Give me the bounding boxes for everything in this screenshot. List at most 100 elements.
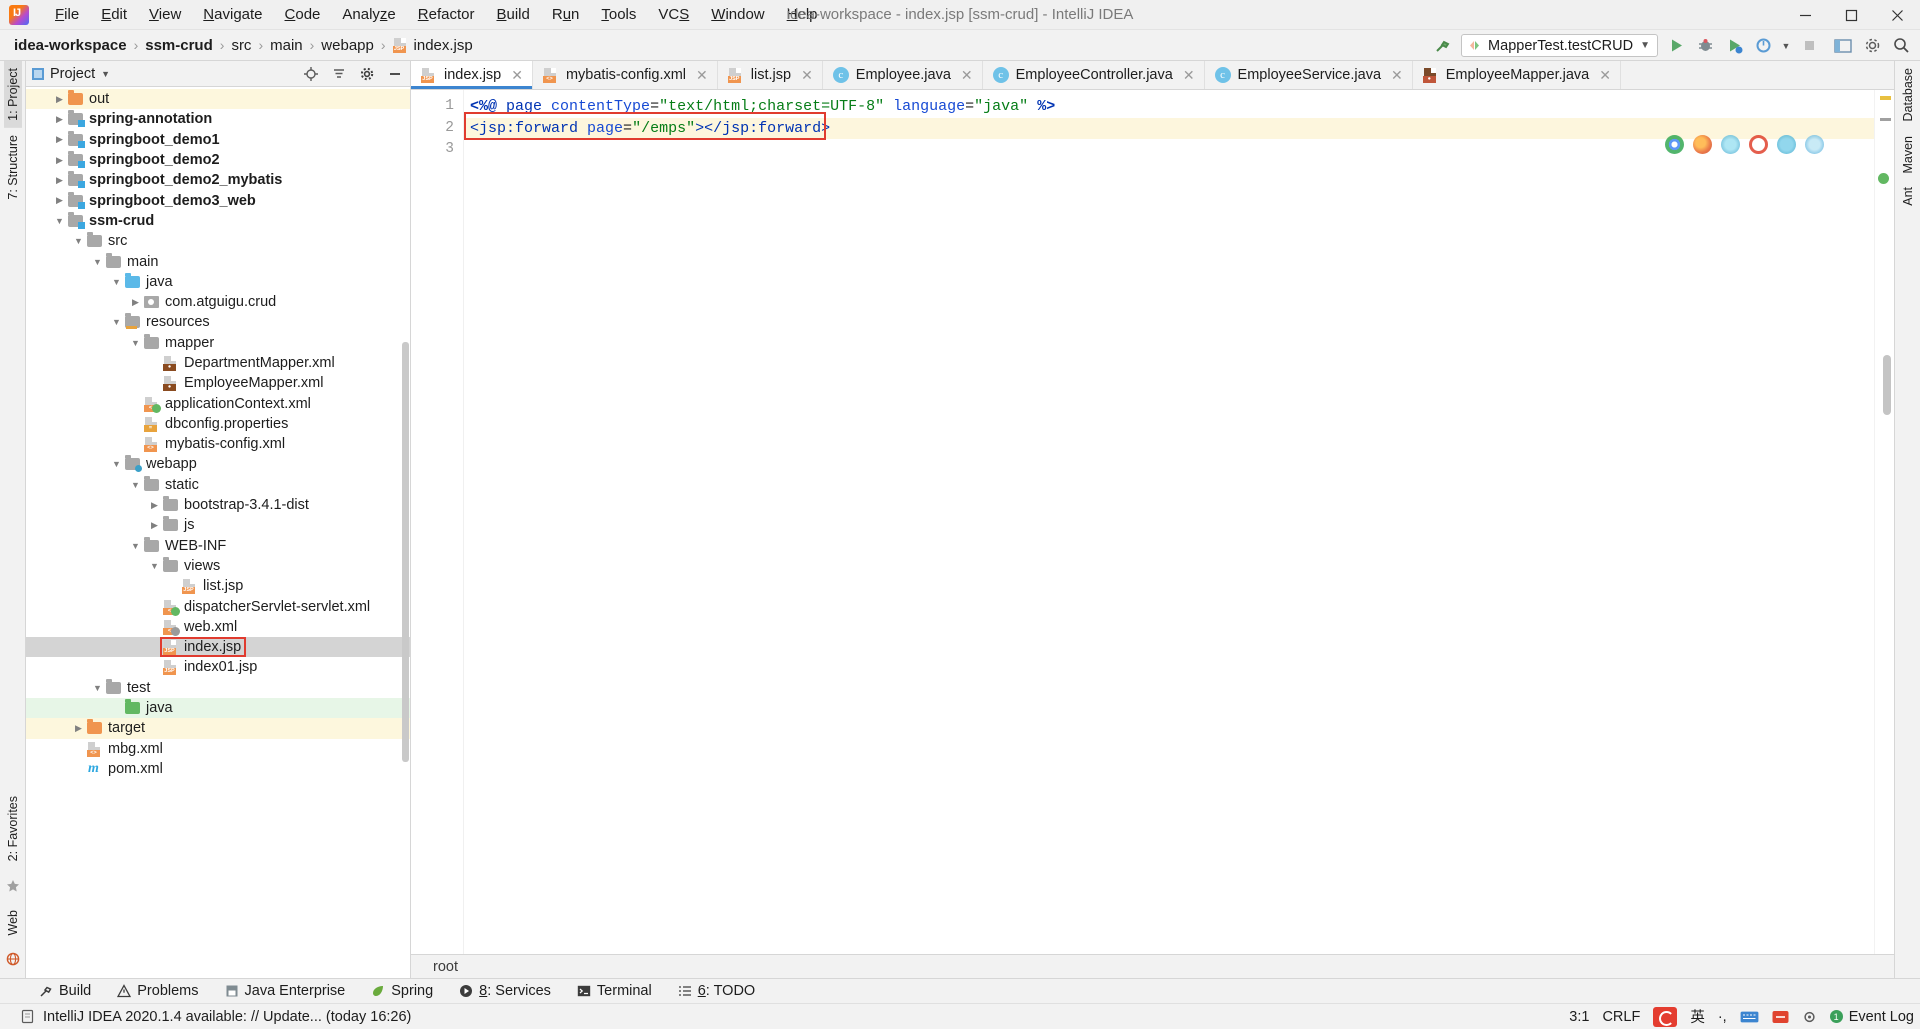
caret-position[interactable]: 3:1 xyxy=(1569,1009,1589,1025)
tool-window-6-todo[interactable]: 6: TODO xyxy=(665,981,769,1001)
profiler-icon[interactable] xyxy=(1752,35,1774,57)
tree-node-src[interactable]: ▼ src xyxy=(26,231,410,251)
tree-node-content[interactable]: webapp xyxy=(123,455,201,473)
code-line-1[interactable]: <%@ page contentType="text/html;charset=… xyxy=(464,96,1874,118)
tree-node-springboot-demo2[interactable]: ▶ springboot_demo2 xyxy=(26,150,410,170)
expand-arrow[interactable]: ▼ xyxy=(148,561,161,571)
tree-node-content[interactable]: springboot_demo2 xyxy=(66,151,224,169)
close-icon[interactable]: ✕ xyxy=(961,67,973,84)
breadcrumb-item-1[interactable]: ssm-crud xyxy=(141,35,217,56)
breadcrumb[interactable]: idea-workspace › ssm-crud › src › main ›… xyxy=(0,35,477,56)
expand-arrow[interactable]: ▶ xyxy=(129,297,142,308)
tree-node-out[interactable]: ▶ out xyxy=(26,89,410,110)
editor-tab-employeemapper-java[interactable]: ● EmployeeMapper.java ✕ xyxy=(1412,61,1621,89)
tree-node-springboot-demo3-web[interactable]: ▶ springboot_demo3_web xyxy=(26,190,410,210)
tree-node-bootstrap-3-4-1-dist[interactable]: ▶ bootstrap-3.4.1-dist xyxy=(26,495,410,515)
close-icon[interactable]: ✕ xyxy=(1391,67,1403,84)
editor-tab-mybatis-config-xml[interactable]: <> mybatis-config.xml ✕ xyxy=(532,61,718,89)
editor-tab-employeecontroller-java[interactable]: c EmployeeController.java ✕ xyxy=(982,61,1205,89)
editor-marker-bar[interactable] xyxy=(1874,90,1894,954)
menu-item-vcs[interactable]: VCS xyxy=(647,2,700,27)
hammer-icon[interactable] xyxy=(1432,35,1454,57)
sidebar-item-database[interactable]: Database xyxy=(1899,61,1917,129)
expand-arrow[interactable]: ▶ xyxy=(53,114,66,125)
line-separator[interactable]: CRLF xyxy=(1602,1009,1640,1025)
tree-node-pom-xml[interactable]: m pom.xml xyxy=(26,759,410,779)
tree-node-content[interactable]: ● EmployeeMapper.xml xyxy=(161,374,327,392)
sidebar-item-web[interactable]: Web xyxy=(4,903,22,942)
editor-tab-index-jsp[interactable]: JSP index.jsp ✕ xyxy=(411,61,533,89)
expand-arrow[interactable]: ▶ xyxy=(53,134,66,145)
editor-tab-employee-java[interactable]: c Employee.java ✕ xyxy=(822,61,983,89)
tree-node-content[interactable]: spring-annotation xyxy=(66,110,216,128)
menu-item-navigate[interactable]: Navigate xyxy=(192,2,273,27)
expand-arrow[interactable]: ▼ xyxy=(110,317,123,327)
menu-item-edit[interactable]: Edit xyxy=(90,2,138,27)
tree-node-content[interactable]: springboot_demo1 xyxy=(66,130,224,149)
close-icon[interactable]: ✕ xyxy=(696,67,708,84)
project-scrollbar-thumb[interactable] xyxy=(402,342,409,762)
expand-arrow[interactable]: ▼ xyxy=(53,216,66,226)
minimize-button[interactable] xyxy=(1782,0,1828,30)
expand-arrow[interactable]: ▼ xyxy=(129,541,142,551)
menu-item-tools[interactable]: Tools xyxy=(590,2,647,27)
tree-node-content[interactable]: < web.xml xyxy=(161,618,241,636)
ime-keyboard-icon[interactable] xyxy=(1740,1010,1759,1024)
tree-node-resources[interactable]: ▼ resources xyxy=(26,312,410,332)
sidebar-item-structure[interactable]: 7: Structure xyxy=(4,128,22,207)
tree-node-content[interactable]: WEB-INF xyxy=(142,536,230,555)
tree-node-list-jsp[interactable]: JSP list.jsp xyxy=(26,576,410,596)
tree-node-content[interactable]: ● DepartmentMapper.xml xyxy=(161,354,339,372)
tool-window-spring[interactable]: Spring xyxy=(358,981,446,1001)
tree-node-java[interactable]: java xyxy=(26,697,410,719)
menu-item-file[interactable]: FFileile xyxy=(44,2,90,27)
tree-node-content[interactable]: mapper xyxy=(142,333,218,352)
run-configuration-selector[interactable]: MapperTest.testCRUD ▼ xyxy=(1461,34,1658,57)
close-icon[interactable]: ✕ xyxy=(511,67,523,84)
code-content[interactable]: <%@ page contentType="text/html;charset=… xyxy=(464,90,1874,954)
locate-icon[interactable] xyxy=(300,63,322,85)
chevron-down-icon[interactable]: ▼ xyxy=(1781,35,1791,57)
sidebar-item-project[interactable]: 1: Project xyxy=(3,61,22,128)
tree-node-views[interactable]: ▼ views xyxy=(26,556,410,576)
expand-arrow[interactable]: ▶ xyxy=(53,195,66,206)
event-log-button[interactable]: 1 Event Log xyxy=(1829,1009,1914,1025)
ime-punctuation[interactable]: ·, xyxy=(1718,1009,1727,1025)
tool-window-build[interactable]: Build xyxy=(26,981,104,1001)
settings-icon[interactable] xyxy=(1861,35,1883,57)
tree-node-content[interactable]: JSP index01.jsp xyxy=(161,658,261,676)
tree-node-applicationcontext-xml[interactable]: < applicationContext.xml xyxy=(26,393,410,413)
tree-node-content[interactable]: target xyxy=(85,719,149,737)
expand-arrow[interactable]: ▶ xyxy=(53,155,66,166)
tree-node-content[interactable]: = dbconfig.properties xyxy=(142,415,292,433)
collapse-all-icon[interactable] xyxy=(328,63,350,85)
tree-node-mapper[interactable]: ▼ mapper xyxy=(26,333,410,353)
tree-node-content[interactable]: < applicationContext.xml xyxy=(142,395,315,413)
close-icon[interactable]: ✕ xyxy=(801,67,813,84)
tree-node-index-jsp[interactable]: JSP index.jsp xyxy=(26,637,410,658)
tree-node-mbg-xml[interactable]: <> mbg.xml xyxy=(26,739,410,759)
expand-arrow[interactable]: ▶ xyxy=(148,500,161,511)
tree-node-content[interactable]: JSP list.jsp xyxy=(180,577,247,595)
tree-node-index01-jsp[interactable]: JSP index01.jsp xyxy=(26,657,410,677)
expand-arrow[interactable]: ▼ xyxy=(91,683,104,693)
sidebar-item-favorites[interactable]: 2: Favorites xyxy=(4,789,22,868)
tree-node-content[interactable]: m pom.xml xyxy=(85,760,167,778)
tree-node-content[interactable]: com.atguigu.crud xyxy=(142,293,280,311)
stop-icon[interactable] xyxy=(1798,35,1820,57)
tree-node-dispatcherservlet-servlet-xml[interactable]: < dispatcherServlet-servlet.xml xyxy=(26,596,410,616)
tree-node-js[interactable]: ▶ js xyxy=(26,515,410,535)
tree-node-content[interactable]: main xyxy=(104,252,162,271)
breadcrumb-item-2[interactable]: src xyxy=(227,35,255,56)
ime-settings-icon[interactable] xyxy=(1802,1010,1817,1024)
code-line-3[interactable] xyxy=(464,139,1874,161)
menu-item-view[interactable]: View xyxy=(138,2,192,27)
menu-item-refactor[interactable]: Refactor xyxy=(407,2,486,27)
menu-item-help[interactable]: Help xyxy=(776,2,829,27)
tree-node-dbconfig-properties[interactable]: = dbconfig.properties xyxy=(26,414,410,434)
gear-icon[interactable] xyxy=(356,63,378,85)
menu-item-run[interactable]: Run xyxy=(541,2,591,27)
editor-tab-employeeservice-java[interactable]: c EmployeeService.java ✕ xyxy=(1204,61,1413,89)
run-with-coverage-icon[interactable] xyxy=(1723,35,1745,57)
debug-icon[interactable] xyxy=(1694,35,1716,57)
